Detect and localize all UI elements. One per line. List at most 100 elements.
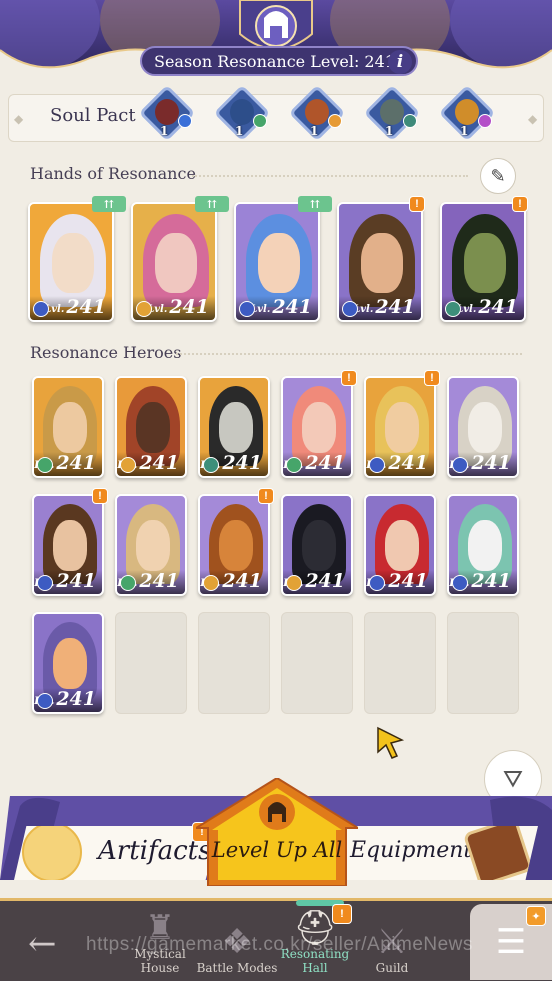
hero-class-icon xyxy=(37,693,53,709)
resonance-hero-card[interactable]: Lvl.241 xyxy=(198,494,270,596)
alert-badge: ! xyxy=(424,370,440,386)
resonance-hero-card[interactable]: Lvl.241 xyxy=(115,376,187,478)
info-icon[interactable]: i xyxy=(388,50,412,74)
level-value: 241 xyxy=(139,570,179,592)
element-badge-icon xyxy=(478,114,492,128)
soul-pact-label: Soul Pact xyxy=(50,105,136,126)
hand-of-resonance-card[interactable]: Lvl. 241 xyxy=(28,202,114,322)
hero-class-icon xyxy=(369,457,385,473)
resonance-hero-card[interactable]: Lvl.241 xyxy=(447,494,519,596)
hero-portrait xyxy=(464,232,506,293)
hand-of-resonance-card[interactable]: Lvl. 241 xyxy=(337,202,423,322)
resonance-hero-card[interactable]: Lvl.241 xyxy=(32,376,104,478)
hero-portrait xyxy=(52,520,88,572)
equipment-label: Equipment xyxy=(350,838,473,863)
back-arrow-icon[interactable]: ← xyxy=(28,924,57,964)
gift-icon[interactable]: ✦ xyxy=(526,906,546,926)
level-value: 241 xyxy=(478,296,518,318)
element-badge-icon xyxy=(178,114,192,128)
pact-level: 1 xyxy=(460,124,469,138)
hero-portrait xyxy=(218,402,254,454)
hero-portrait xyxy=(361,232,403,293)
resonance-hero-card[interactable]: Lvl.241 xyxy=(364,494,436,596)
hero-class-icon xyxy=(203,575,219,591)
resonance-hero-card[interactable]: Lvl.241 xyxy=(281,494,353,596)
hands-of-resonance-title: Hands of Resonance xyxy=(30,164,196,183)
soul-pact-slot[interactable]: 1 xyxy=(138,84,196,142)
resonance-hero-card[interactable]: Lvl.241 xyxy=(32,612,104,714)
level-value: 241 xyxy=(56,452,96,474)
hero-portrait xyxy=(155,232,197,293)
hero-class-icon xyxy=(120,457,136,473)
soul-pact-slot[interactable]: 1 xyxy=(213,84,271,142)
hamburger-menu-icon: ☰ xyxy=(495,922,527,962)
level-up-all-button[interactable] xyxy=(196,778,358,886)
hand-of-resonance-card[interactable]: Lvl. 241 xyxy=(440,202,526,322)
level-value: 241 xyxy=(139,452,179,474)
hand-of-resonance-card[interactable]: Lvl. 241 xyxy=(234,202,320,322)
empty-hero-slot xyxy=(115,612,187,714)
hero-class-icon xyxy=(37,457,53,473)
hero-portrait xyxy=(52,402,88,454)
resonance-hero-card[interactable]: Lvl.241 xyxy=(115,494,187,596)
masked-warrior-icon xyxy=(155,99,179,125)
resonance-heroes-title: Resonance Heroes xyxy=(30,343,182,362)
soul-pact-slot[interactable]: 1 xyxy=(288,84,346,142)
hero-portrait xyxy=(467,520,503,572)
pointer-cursor-icon xyxy=(377,726,405,759)
level-value: 241 xyxy=(56,688,96,710)
level-value: 241 xyxy=(272,296,312,318)
level-value: 241 xyxy=(305,570,345,592)
treasure-chest-icon xyxy=(462,826,534,880)
hero-class-icon xyxy=(369,575,385,591)
quill-icon[interactable]: ✎ xyxy=(480,158,516,194)
hero-class-icon xyxy=(203,457,219,473)
hero-class-icon xyxy=(452,457,468,473)
resonance-hero-card[interactable]: Lvl.241 xyxy=(281,376,353,478)
hero-portrait xyxy=(52,638,88,690)
hero-class-icon xyxy=(239,301,255,317)
crystal-creature-icon xyxy=(230,99,254,125)
hero-class-icon xyxy=(37,575,53,591)
pact-level: 1 xyxy=(385,124,394,138)
level-value: 241 xyxy=(388,452,428,474)
resonance-hero-card[interactable]: Lvl.241 xyxy=(447,376,519,478)
hero-class-icon xyxy=(120,575,136,591)
level-value: 241 xyxy=(305,452,345,474)
hero-portrait xyxy=(258,232,300,293)
empty-hero-slot xyxy=(198,612,270,714)
resonance-hero-card[interactable]: Lvl.241 xyxy=(364,376,436,478)
hero-class-icon xyxy=(136,301,152,317)
level-up-arrow-icon: ⇈ xyxy=(298,196,332,212)
section-divider xyxy=(176,353,522,355)
nav-label-line2: Hall xyxy=(302,961,328,975)
level-value: 241 xyxy=(222,570,262,592)
level-value: 241 xyxy=(169,296,209,318)
hero-portrait xyxy=(218,520,254,572)
level-value: 241 xyxy=(375,296,415,318)
resonance-hero-card[interactable]: Lvl.241 xyxy=(198,376,270,478)
hero-class-icon xyxy=(286,457,302,473)
equipment-tab[interactable]: Equipment xyxy=(330,826,538,880)
soul-pact-row: ◆ ◆ Soul Pact 1 1 1 1 1 xyxy=(8,84,544,146)
hero-class-icon xyxy=(445,301,461,317)
resonance-hero-card[interactable]: Lvl.241 xyxy=(32,494,104,596)
hero-portrait xyxy=(301,402,337,454)
alert-badge: ! xyxy=(512,196,528,212)
pact-level: 1 xyxy=(310,124,319,138)
alien-face-icon xyxy=(380,99,404,125)
soul-pact-slot[interactable]: 1 xyxy=(363,84,421,142)
nav-label: Guild xyxy=(375,961,409,975)
hero-portrait xyxy=(301,520,337,572)
hand-of-resonance-card[interactable]: Lvl. 241 xyxy=(131,202,217,322)
soul-pact-slot[interactable]: 1 xyxy=(438,84,496,142)
hero-portrait xyxy=(384,402,420,454)
level-up-all-label: Level Up All xyxy=(211,838,343,862)
artifact-orb-icon xyxy=(22,826,82,880)
level-value: 241 xyxy=(56,570,96,592)
diamond-ornament-icon: ◆ xyxy=(14,112,24,126)
pact-level: 1 xyxy=(160,124,169,138)
empty-hero-slot xyxy=(447,612,519,714)
level-value: 241 xyxy=(222,452,262,474)
artifacts-tab[interactable]: Artifacts xyxy=(14,826,220,880)
